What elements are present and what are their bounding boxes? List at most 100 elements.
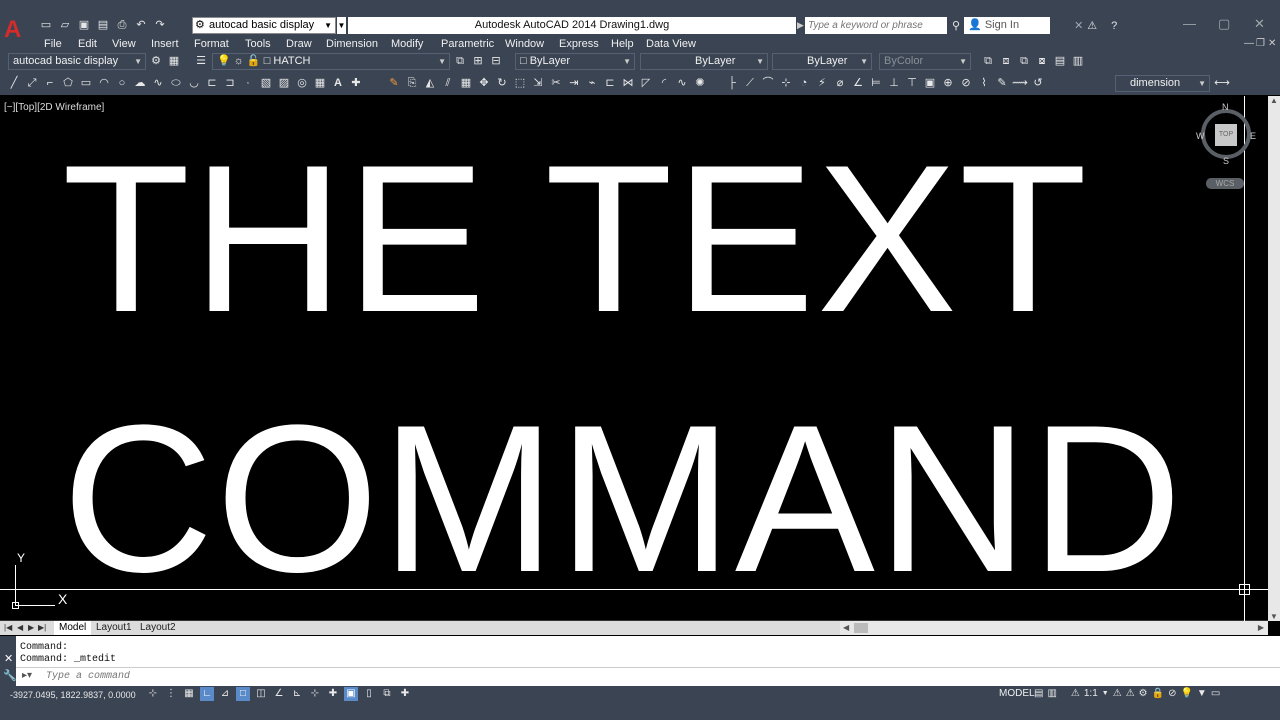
annotation-monitor-icon[interactable]: ✚ xyxy=(398,687,412,701)
offset-icon[interactable]: ⫽ xyxy=(440,75,456,91)
stretch-icon[interactable]: ⇲ xyxy=(530,75,546,91)
multiline-text-icon[interactable]: A xyxy=(330,75,346,91)
help-search-input[interactable] xyxy=(805,17,947,34)
extend-icon[interactable]: ⇥ xyxy=(566,75,582,91)
paste-views-icon[interactable]: ⧇ xyxy=(1034,53,1050,69)
open-folder-icon[interactable]: ▱ xyxy=(57,18,73,32)
inspection-icon[interactable]: ⊘ xyxy=(958,75,974,91)
plotstyle-select[interactable]: ByColor ▼ xyxy=(879,53,971,70)
clean-screen-icon[interactable]: ▭ xyxy=(1211,687,1220,701)
hardware-acceleration-icon[interactable]: ⊘ xyxy=(1168,687,1176,701)
dimstyle-select[interactable]: dimension ▼ xyxy=(1115,75,1210,92)
menu-tools[interactable]: Tools xyxy=(245,37,271,51)
mirror-icon[interactable]: ◭ xyxy=(422,75,438,91)
new-file-icon[interactable]: ▭ xyxy=(38,18,54,32)
hatch-icon[interactable]: ▧ xyxy=(258,75,274,91)
vertical-scrollbar[interactable]: ▲ ▼ xyxy=(1268,96,1280,621)
linetype-select[interactable]: ByLayer ▼ xyxy=(640,53,768,70)
transparency-icon[interactable]: ▣ xyxy=(344,687,358,701)
dimension-update-icon[interactable]: ↺ xyxy=(1030,75,1046,91)
region-icon[interactable]: ◎ xyxy=(294,75,310,91)
point-icon[interactable]: · xyxy=(240,75,256,91)
copy-icon[interactable]: ⎘ xyxy=(404,75,420,91)
doc-restore-button[interactable]: ❐ xyxy=(1256,37,1265,51)
isolate-objects-icon[interactable]: 💡 xyxy=(1180,687,1192,701)
workspace-switching-icon[interactable]: ⚙ xyxy=(1139,687,1148,701)
menu-parametric[interactable]: Parametric xyxy=(441,37,494,51)
horizontal-scrollbar[interactable]: ◀ ▶ xyxy=(840,621,1268,635)
table-icon[interactable]: ▤ xyxy=(1052,53,1068,69)
command-prompt-icon[interactable]: ▸▾ xyxy=(22,670,32,681)
menu-data-view[interactable]: Data View xyxy=(646,37,696,51)
circle-icon[interactable]: ○ xyxy=(114,75,130,91)
viewcube-top-face[interactable]: TOP xyxy=(1215,124,1237,146)
grid-display-icon[interactable]: ▦ xyxy=(182,687,196,701)
lineweight-icon[interactable]: ✚ xyxy=(326,687,340,701)
move-icon[interactable]: ✥ xyxy=(476,75,492,91)
dimension-edit-icon[interactable]: ✎ xyxy=(994,75,1010,91)
3d-object-snap-icon[interactable]: ◫ xyxy=(254,687,268,701)
dimension-text-edit-icon[interactable]: ⟿ xyxy=(1012,75,1028,91)
tab-layout1[interactable]: Layout1 xyxy=(91,621,137,635)
chevron-down-icon[interactable]: ▼ xyxy=(1102,687,1109,701)
diameter-icon[interactable]: ⌀ xyxy=(832,75,848,91)
menu-window[interactable]: Window xyxy=(505,37,544,51)
aligned-dimension-icon[interactable]: ⟋ xyxy=(742,75,758,91)
workspace-settings-icon[interactable]: ⚙ xyxy=(148,53,164,69)
undo-icon[interactable]: ↶ xyxy=(133,18,149,32)
annotation-scale-value[interactable]: 1:1 xyxy=(1084,687,1098,701)
revision-cloud-icon[interactable]: ☁ xyxy=(132,75,148,91)
object-snap-icon[interactable]: □ xyxy=(236,687,250,701)
workspace-select[interactable]: ⚙ autocad basic display ▼ xyxy=(192,17,336,34)
blend-icon[interactable]: ∿ xyxy=(674,75,690,91)
layer-isolate-icon[interactable]: ⊟ xyxy=(488,53,504,69)
expand-arrow-icon[interactable]: ▶ xyxy=(797,17,805,34)
minimize-button[interactable]: — xyxy=(1183,16,1196,31)
spline-icon[interactable]: ∿ xyxy=(150,75,166,91)
layer-previous-icon[interactable]: ⧉ xyxy=(452,53,468,69)
jogged-linear-icon[interactable]: ⌇ xyxy=(976,75,992,91)
menu-draw[interactable]: Draw xyxy=(286,37,312,51)
tab-model[interactable]: Model xyxy=(54,621,92,635)
linear-dimension-icon[interactable]: ├ xyxy=(724,75,740,91)
table-draw-icon[interactable]: ▦ xyxy=(312,75,328,91)
baseline-icon[interactable]: ⊥ xyxy=(886,75,902,91)
command-window-grip[interactable]: ✕ 🔧 xyxy=(0,636,17,686)
angular-icon[interactable]: ∠ xyxy=(850,75,866,91)
make-block-icon[interactable]: ⊐ xyxy=(222,75,238,91)
named-views-icon[interactable]: ⧉ xyxy=(980,53,996,69)
qat-customize-button[interactable]: ▼ xyxy=(337,17,346,34)
color-select[interactable]: □ ByLayer ▼ xyxy=(515,53,635,70)
mtext-line-1[interactable]: THE TEXT xyxy=(62,134,1089,344)
continue-icon[interactable]: ⊤ xyxy=(904,75,920,91)
ellipse-arc-icon[interactable]: ◡ xyxy=(186,75,202,91)
menu-help[interactable]: Help xyxy=(611,37,634,51)
ordinate-icon[interactable]: ⊹ xyxy=(778,75,794,91)
scroll-down-icon[interactable]: ▼ xyxy=(1270,612,1278,621)
close-icon[interactable]: ✕ xyxy=(4,652,13,665)
scale-icon[interactable]: ⬚ xyxy=(512,75,528,91)
tab-last-icon[interactable]: ▶| xyxy=(38,621,46,635)
layer-match-icon[interactable]: ⊞ xyxy=(470,53,486,69)
rectangle-icon[interactable]: ▭ xyxy=(78,75,94,91)
compass-west[interactable]: W xyxy=(1196,131,1205,141)
auto-scale-icon[interactable]: ⚠ xyxy=(1126,687,1135,701)
lock-ui-icon[interactable]: 🔒 xyxy=(1152,687,1164,701)
workspace-toolbar-select[interactable]: autocad basic display ▼ xyxy=(8,53,146,70)
trim-icon[interactable]: ✂ xyxy=(548,75,564,91)
compass-east[interactable]: E xyxy=(1250,131,1256,141)
wrench-icon[interactable]: 🔧 xyxy=(3,669,17,682)
gradient-icon[interactable]: ▨ xyxy=(276,75,292,91)
compass-south[interactable]: S xyxy=(1223,156,1229,166)
tab-layout2[interactable]: Layout2 xyxy=(135,621,181,635)
quick-view-layouts-icon[interactable]: ▤ xyxy=(1034,687,1043,701)
menu-dimension[interactable]: Dimension xyxy=(326,37,378,51)
viewports-icon[interactable]: ⧈ xyxy=(998,53,1014,69)
mtext-line-2[interactable]: COMMAND xyxy=(62,394,1184,604)
tab-first-icon[interactable]: |◀ xyxy=(4,621,12,635)
menu-insert[interactable]: Insert xyxy=(151,37,179,51)
layer-select[interactable]: 💡 ☼ 🔓 □ HATCH ▼ xyxy=(212,53,450,70)
menu-modify[interactable]: Modify xyxy=(391,37,423,51)
ellipse-icon[interactable]: ⬭ xyxy=(168,75,184,91)
center-mark-icon[interactable]: ⊕ xyxy=(940,75,956,91)
